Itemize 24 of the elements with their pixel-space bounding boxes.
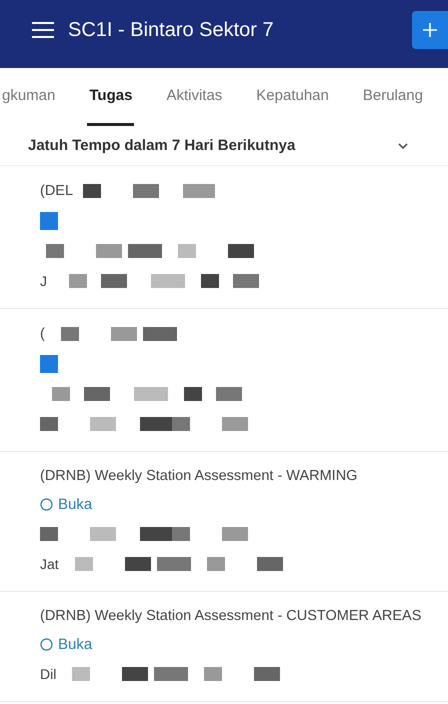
task-card[interactable]: (DRNB) Weekly Station Assessment - WARMING Buka Jat (0, 452, 448, 592)
task-title: (DRNB) Weekly Station Assessment - CUSTOMER AREAS (40, 608, 422, 624)
task-card[interactable]: (DEL J (0, 166, 448, 309)
section-title: Jatuh Tempo dalam 7 Hari Berikutnya (28, 137, 296, 154)
status-label: Buka (58, 496, 92, 513)
task-card[interactable]: ( (0, 309, 448, 452)
tab[interactable]: gkuman (0, 68, 58, 126)
menu-icon[interactable] (32, 22, 54, 38)
app-title: SC1I - Bintaro Sektor 7 (68, 18, 275, 42)
status-label: Buka (58, 636, 92, 653)
task-title: ( (40, 326, 45, 342)
task-card[interactable]: (DRNB) Weekly Station Assessment - CUSTOMER AREAS Buka Dil (0, 592, 448, 702)
task-title: (DRNB) Weekly Station Assessment - WARMING (40, 468, 358, 484)
plus-icon (423, 23, 437, 37)
open-circle-icon (40, 638, 53, 651)
task-detail: J (40, 273, 47, 289)
add-button[interactable] (412, 11, 448, 49)
task-detail: Jat (40, 556, 59, 572)
task-title: (DEL (40, 183, 74, 199)
open-circle-icon (40, 498, 53, 511)
tab[interactable]: Berulang (360, 68, 425, 126)
tab[interactable]: Aktivitas (164, 68, 224, 126)
tab[interactable]: Kepatuhan (254, 68, 331, 126)
task-detail: Dil (40, 666, 56, 682)
